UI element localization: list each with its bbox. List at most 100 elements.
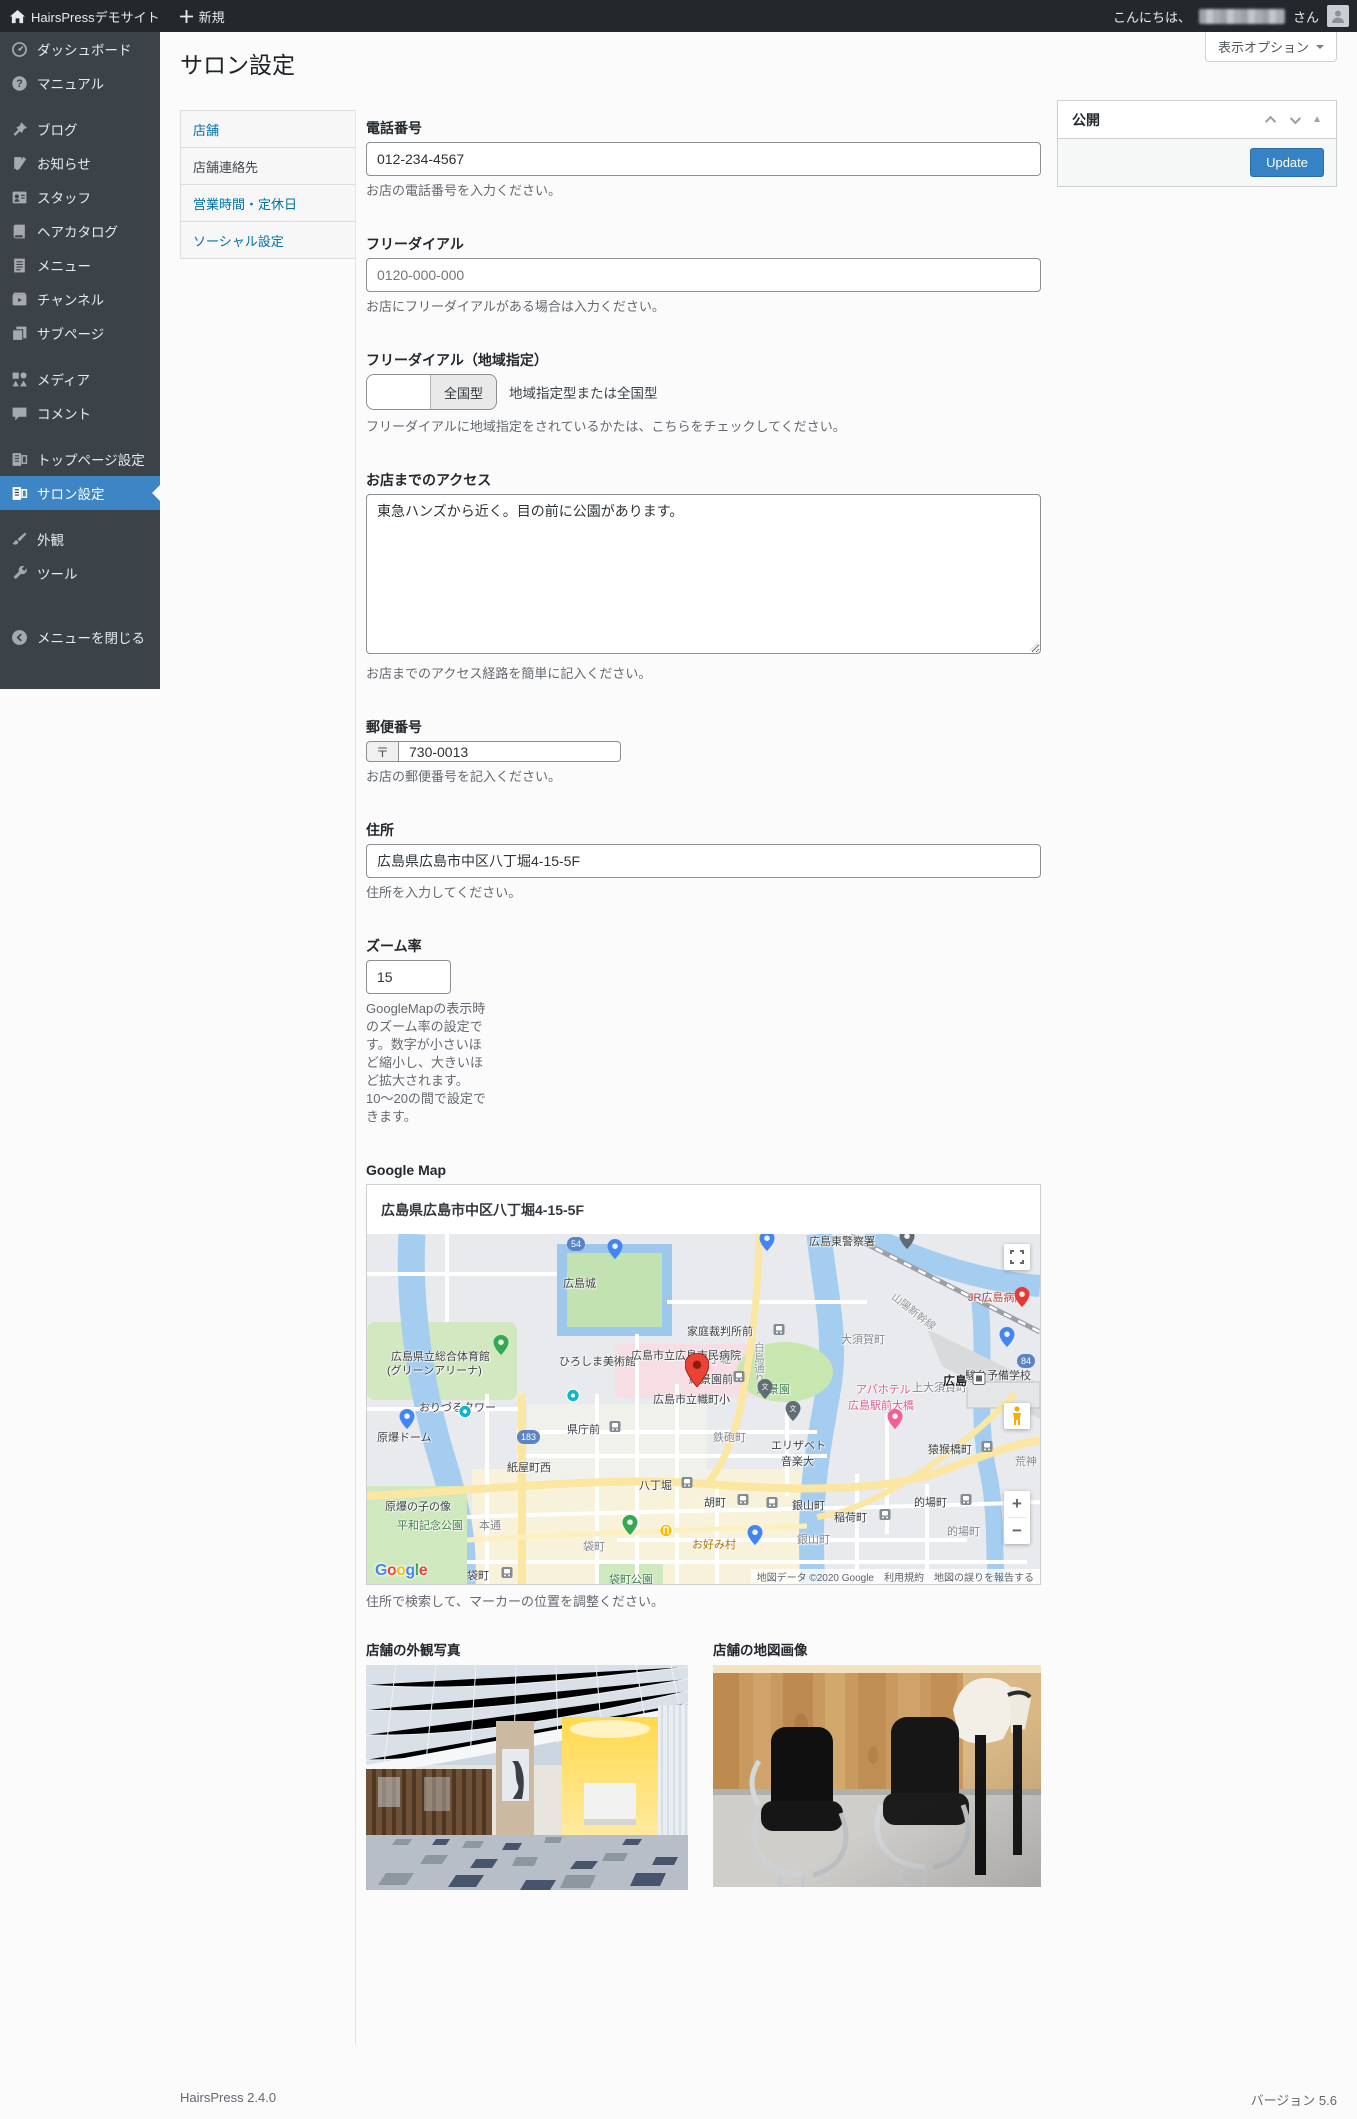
new-content-menu[interactable]: 新規: [170, 0, 235, 32]
address-label: 住所: [366, 820, 1041, 840]
manual-icon: ?: [10, 74, 28, 92]
sidebar-item-appearance-17[interactable]: 外観: [0, 522, 160, 556]
move-down-icon[interactable]: [1290, 112, 1301, 123]
settings-tab-0[interactable]: 店舗: [180, 110, 356, 148]
fullscreen-button[interactable]: [1004, 1244, 1030, 1270]
gmap-search-input[interactable]: [367, 1185, 1040, 1234]
address-input[interactable]: [366, 844, 1041, 878]
freedial-region-toggle[interactable]: 全国型: [366, 374, 497, 410]
sidebar-item-menu-7[interactable]: メニュー: [0, 248, 160, 282]
new-label: 新規: [199, 7, 225, 26]
sidebar-item-comment-12[interactable]: コメント: [0, 396, 160, 430]
address-help: 住所を入力してください。: [366, 884, 1041, 902]
admin-bar: HairsPressデモサイト 新規 こんにちは、 さん: [0, 0, 1357, 32]
plus-icon: [180, 10, 193, 23]
access-textarea[interactable]: 東急ハンズから近く。目の前に公園があります。: [366, 494, 1041, 654]
postal-label: 郵便番号: [366, 717, 1041, 737]
google-map[interactable]: 地図 航空写真 + − Google 地図データ ©2020 Google: [367, 1234, 1040, 1584]
publish-metabox: 公開 ▲ Update: [1057, 100, 1337, 187]
report-error-link[interactable]: 地図の誤りを報告する: [934, 1569, 1034, 1584]
catalog-icon: [10, 222, 28, 240]
sidebar-item-tools-18[interactable]: ツール: [0, 556, 160, 590]
collapse-icon: [10, 628, 28, 646]
gmap-label: Google Map: [366, 1160, 1041, 1180]
sidebar-item-label: メディア: [37, 369, 90, 389]
settings-tab-rail: 店舗店舗連絡先営業時間・定休日ソーシャル設定: [180, 110, 356, 259]
sidebar-item-channel-8[interactable]: チャンネル: [0, 282, 160, 316]
pagesetting-icon: [10, 484, 28, 502]
site-name: HairsPressデモサイト: [31, 7, 160, 26]
staff-icon: [10, 188, 28, 206]
pegman-button[interactable]: [1004, 1403, 1030, 1429]
menu-gap: [0, 590, 160, 620]
publish-metabox-header[interactable]: 公開 ▲: [1058, 101, 1336, 138]
sidebar-item-news-4[interactable]: お知らせ: [0, 146, 160, 180]
terms-link[interactable]: 利用規約: [884, 1569, 924, 1584]
sidebar-item-pagesetting-15[interactable]: サロン設定: [0, 476, 160, 510]
settings-tab-2[interactable]: 営業時間・定休日: [180, 184, 356, 222]
freedial-region-help: フリーダイアルに地域指定をされているかたは、こちらをチェックしてください。: [366, 418, 1041, 436]
zoom-help: GoogleMapの表示時のズーム率の設定です。数字が小さいほど縮小し、大きいほ…: [366, 1000, 494, 1126]
sidebar-item-collapse-20[interactable]: メニューを閉じる: [0, 620, 160, 654]
map-zoom-control: + −: [1004, 1491, 1030, 1544]
exterior-photo[interactable]: [366, 1665, 688, 1890]
postal-field-group: 郵便番号 〒 お店の郵便番号を記入ください。: [366, 717, 1041, 786]
sidebar-item-manual-1[interactable]: ?マニュアル: [0, 66, 160, 100]
account-menu[interactable]: こんにちは、 さん: [1113, 5, 1357, 27]
tools-icon: [10, 564, 28, 582]
site-menu[interactable]: HairsPressデモサイト: [0, 0, 170, 32]
sidebar-item-label: ブログ: [37, 119, 78, 139]
zoom-label: ズーム率: [366, 936, 1041, 956]
sidebar-item-catalog-6[interactable]: ヘアカタログ: [0, 214, 160, 248]
zoom-in-button[interactable]: +: [1004, 1491, 1030, 1517]
appearance-icon: [10, 530, 28, 548]
pagesetting-icon: [10, 450, 28, 468]
freedial-field-group: フリーダイアル お店にフリーダイアルがある場合は入力ください。: [366, 234, 1041, 316]
settings-tab-1[interactable]: 店舗連絡先: [180, 147, 356, 185]
sidebar-item-blog-3[interactable]: ブログ: [0, 112, 160, 146]
menu-separator: [0, 430, 160, 442]
phone-field-group: 電話番号 お店の電話番号を入力ください。: [366, 118, 1041, 200]
gmap-field-group: Google Map: [366, 1160, 1041, 1611]
sidebar-item-subpage-9[interactable]: サブページ: [0, 316, 160, 350]
home-icon: [10, 9, 25, 24]
freedial-help: お店にフリーダイアルがある場合は入力ください。: [366, 298, 1041, 316]
sidebar-item-label: コメント: [37, 403, 91, 423]
publish-metabox-body: Update: [1058, 138, 1336, 186]
screen-options-label: 表示オプション: [1218, 37, 1309, 56]
sidebar-item-staff-5[interactable]: スタッフ: [0, 180, 160, 214]
toggle-panel-icon[interactable]: ▲: [1312, 114, 1322, 125]
postal-mark: 〒: [366, 741, 398, 762]
freedial-region-field-group: フリーダイアル（地域指定） 全国型 地域指定型または全国型 フリーダイアルに地域…: [366, 350, 1041, 436]
sidebar-item-label: ダッシュボード: [37, 39, 132, 59]
divider: [355, 110, 356, 2045]
access-field-group: お店までのアクセス 東急ハンズから近く。目の前に公園があります。 お店までのアク…: [366, 470, 1041, 683]
settings-tab-3[interactable]: ソーシャル設定: [180, 221, 356, 259]
svg-text:?: ?: [16, 78, 22, 90]
postal-input[interactable]: [398, 741, 621, 762]
zoom-out-button[interactable]: −: [1004, 1518, 1030, 1544]
blog-icon: [10, 120, 28, 138]
toggle-knob: [367, 375, 431, 409]
sidebar-item-label: スタッフ: [37, 187, 91, 207]
screen-options-button[interactable]: 表示オプション: [1205, 32, 1337, 62]
update-button[interactable]: Update: [1250, 148, 1324, 177]
phone-input[interactable]: [366, 142, 1041, 176]
map-canvas: [367, 1234, 1040, 1584]
sidebar-item-label: ヘアカタログ: [37, 221, 118, 241]
map-image-photo[interactable]: [713, 1665, 1041, 1887]
sidebar-item-label: お知らせ: [37, 153, 91, 173]
sidebar-item-label: サブページ: [37, 323, 104, 343]
freedial-input[interactable]: [366, 258, 1041, 292]
publish-title: 公開: [1072, 110, 1100, 130]
toggle-label: 全国型: [431, 375, 496, 409]
google-logo: Google: [375, 1562, 427, 1580]
sidebar-item-dashboard-0[interactable]: ダッシュボード: [0, 32, 160, 66]
sidebar-item-pagesetting-14[interactable]: トップページ設定: [0, 442, 160, 476]
sidebar-item-media-11[interactable]: メディア: [0, 362, 160, 396]
zoom-input[interactable]: [366, 960, 451, 994]
sidebar-item-label: チャンネル: [37, 289, 104, 309]
move-up-icon[interactable]: [1265, 115, 1276, 126]
sidebar-item-label: 外観: [37, 529, 64, 549]
sidebar-item-label: ツール: [37, 563, 78, 583]
